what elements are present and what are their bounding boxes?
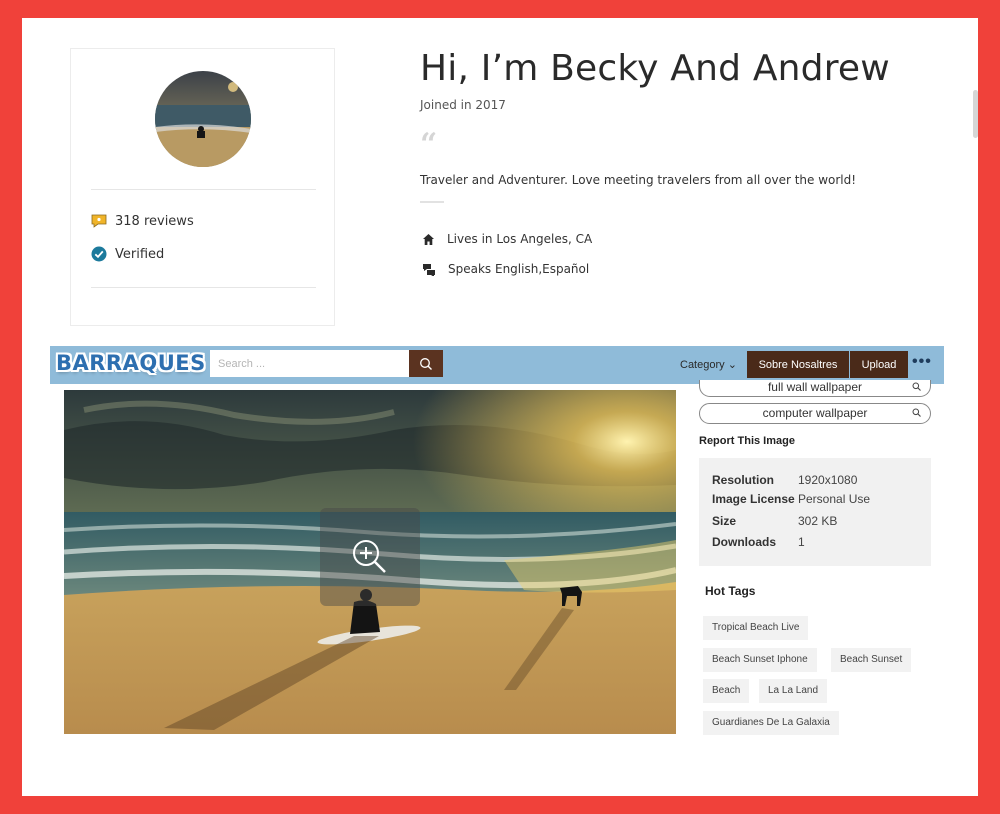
- verified-stat: Verified: [91, 246, 164, 262]
- upload-button[interactable]: Upload: [850, 351, 908, 378]
- embedded-site: BARRAQUES Category ⌄ Sobre Nosaltres Upl…: [50, 346, 972, 796]
- card-divider: [91, 189, 316, 190]
- zoom-overlay[interactable]: [320, 508, 420, 606]
- pill-label: computer wallpaper: [762, 406, 868, 420]
- lives-in-text: Lives in Los Angeles, CA: [447, 232, 593, 246]
- hot-tag[interactable]: Guardianes De La Galaxia: [703, 711, 839, 735]
- search-icon: [420, 357, 432, 370]
- report-image-link[interactable]: Report This Image: [699, 435, 795, 447]
- chat-bubbles-icon: [423, 263, 435, 276]
- hot-tag[interactable]: La La Land: [759, 679, 828, 703]
- reviews-stat: 318 reviews: [91, 213, 194, 229]
- hot-tag[interactable]: Beach Sunset: [831, 648, 912, 672]
- info-label: Image License: [712, 492, 795, 506]
- search-button[interactable]: [409, 350, 443, 377]
- info-value: Personal Use: [798, 492, 871, 506]
- category-dropdown[interactable]: Category ⌄: [680, 358, 737, 371]
- info-label: Downloads: [712, 535, 777, 549]
- image-info-box: Resolution 1920x1080 Image License Perso…: [699, 458, 931, 566]
- check-circle-icon: [91, 246, 107, 262]
- beach-photo[interactable]: [64, 390, 676, 734]
- avatar: [155, 71, 251, 167]
- info-value: 1: [798, 535, 805, 549]
- hot-tags-title: Hot Tags: [705, 584, 756, 598]
- page-canvas: 318 reviews Verified Hi, I’m Becky And A…: [22, 18, 978, 796]
- lives-in-row: Lives in Los Angeles, CA: [422, 232, 592, 246]
- brand-logo[interactable]: BARRAQUES: [56, 351, 206, 375]
- languages-text: Speaks English,Español: [448, 262, 590, 276]
- profile-bio: Traveler and Adventurer. Love meeting tr…: [420, 173, 857, 187]
- pill-label: full wall wallpaper: [767, 380, 863, 394]
- scrollbar[interactable]: [973, 90, 978, 138]
- info-label: Resolution: [712, 473, 774, 487]
- info-label: Size: [712, 514, 737, 528]
- verified-label: Verified: [115, 246, 165, 262]
- speech-bubble-icon: [91, 214, 107, 228]
- search-input[interactable]: [210, 350, 409, 377]
- reviews-count: 318 reviews: [115, 213, 194, 229]
- search-icon: [912, 408, 921, 417]
- more-menu-icon[interactable]: •••: [912, 353, 932, 371]
- joined-date: Joined in 2017: [420, 98, 506, 112]
- profile-card: 318 reviews Verified: [70, 48, 335, 326]
- home-icon: [423, 233, 434, 245]
- related-tag-pill[interactable]: full wall wallpaper: [699, 380, 931, 397]
- profile-name: Hi, I’m Becky And Andrew: [420, 48, 890, 89]
- related-tag-pill[interactable]: computer wallpaper: [699, 403, 931, 424]
- bio-divider: [420, 201, 444, 203]
- site-navbar: BARRAQUES Category ⌄ Sobre Nosaltres Upl…: [50, 346, 944, 384]
- search-icon: [912, 382, 921, 391]
- hot-tags-box: Hot Tags Tropical Beach Live Beach Sunse…: [699, 574, 931, 744]
- info-value: 302 KB: [798, 514, 838, 528]
- hot-tag[interactable]: Beach Sunset Iphone: [703, 648, 817, 672]
- zoom-in-icon: [353, 540, 386, 573]
- quote-icon: “: [420, 127, 438, 162]
- card-divider: [91, 287, 316, 288]
- info-value: 1920x1080: [798, 473, 858, 487]
- speaks-row: Speaks English,Español: [422, 262, 589, 276]
- hot-tag[interactable]: Tropical Beach Live: [703, 616, 809, 640]
- hot-tag[interactable]: Beach: [703, 679, 750, 703]
- about-button[interactable]: Sobre Nosaltres: [747, 351, 849, 378]
